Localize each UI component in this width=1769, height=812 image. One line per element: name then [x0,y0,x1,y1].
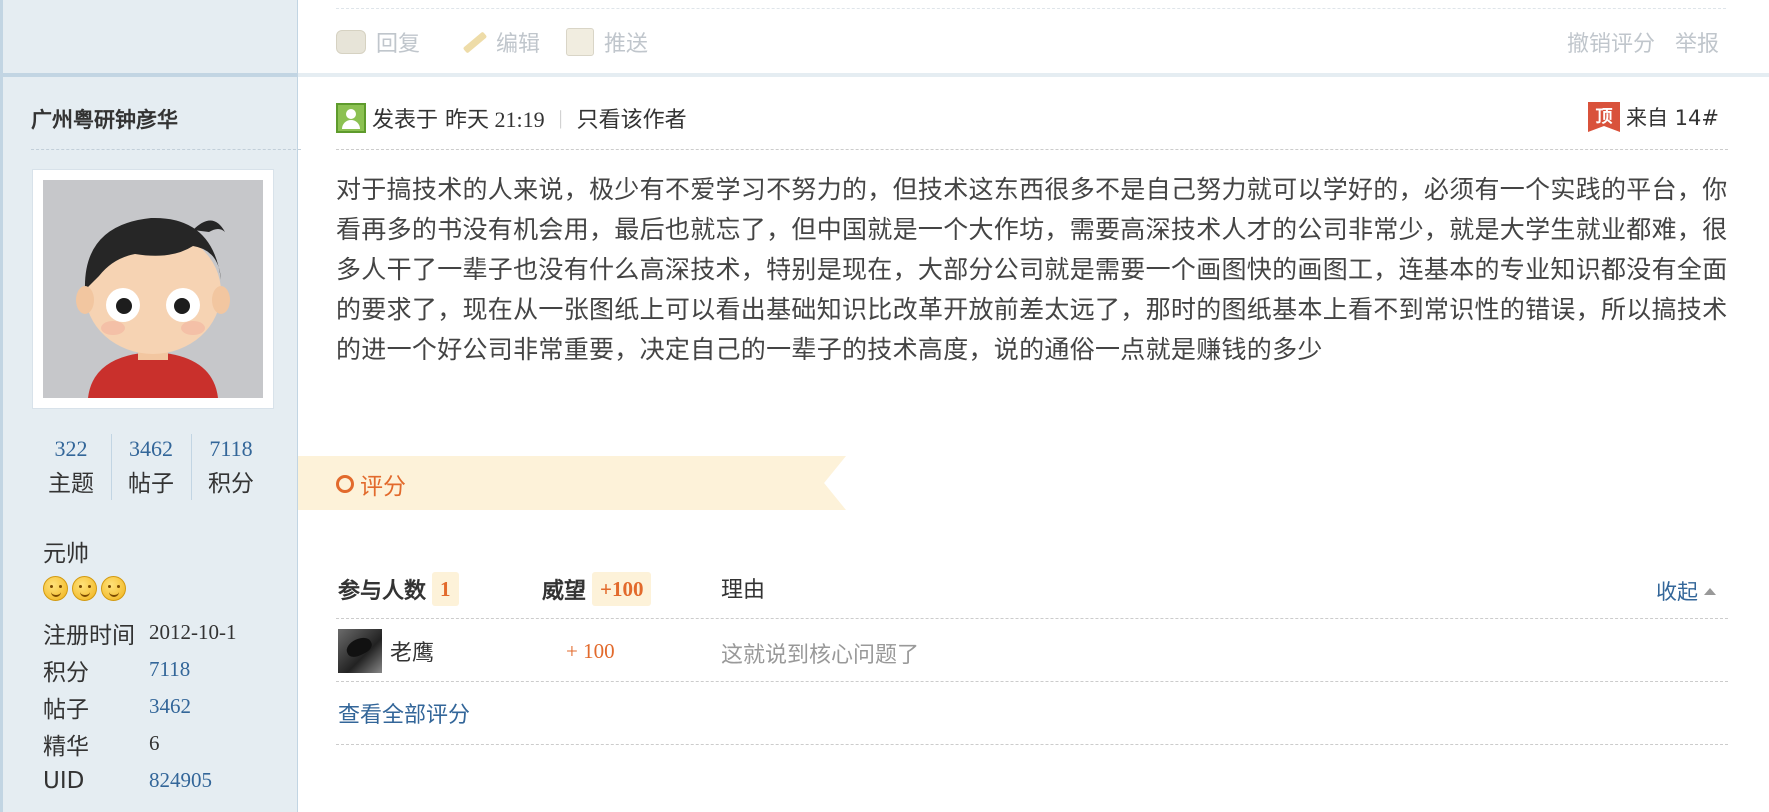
smiley-icon [72,576,97,601]
view-all-ratings-link[interactable]: 查看全部评分 [336,682,1728,744]
participants-label: 参与人数 [338,579,427,604]
push-icon [566,28,594,56]
reply-icon [336,30,366,54]
bump-icon[interactable]: 顶 [1588,102,1620,132]
prestige-total: +100 [592,572,652,606]
post-main: 回复 编辑 推送 撤销评分 举报 发表于 昨天 21:19 | 只看该作者 顶 … [298,0,1769,812]
info-row-register: 注册时间 2012-10-1 [43,614,293,651]
previous-post-actions: 回复 编辑 推送 撤销评分 举报 [298,0,1769,77]
stat-posts[interactable]: 3462 帖子 [111,432,191,504]
rating-table: 参与人数 1 威望 +100 理由 收起 老鹰 + 100 这就说到核心问题了 … [336,566,1728,745]
participants-count: 1 [432,572,459,606]
smiley-icon [43,576,68,601]
stat-value[interactable]: 3462 [111,432,191,466]
push-button[interactable]: 推送 [566,26,648,58]
right-actions: 撤销评分 举报 [1567,26,1719,58]
rater-avatar[interactable] [338,629,382,673]
rank-stars [43,576,126,601]
username-link[interactable]: 广州粤研钟彦华 [31,104,178,134]
rater-name[interactable]: 老鹰 [390,635,434,667]
info-value: 2012-10-1 [149,620,237,644]
user-rank: 元帅 [43,541,89,567]
stat-points[interactable]: 7118 积分 [191,432,271,504]
cancel-rating-link[interactable]: 撤销评分 [1567,26,1655,58]
online-user-icon [336,103,366,133]
prestige-label: 威望 [542,579,587,604]
divider [336,8,1726,9]
info-row-digest: 精华 6 [43,725,293,762]
rating-title-text: 评分 [360,474,406,500]
rater-link[interactable]: 老鹰 [338,629,434,673]
info-row-posts: 帖子 3462 [43,688,293,725]
divider [336,149,1728,150]
stat-label: 主题 [48,471,94,497]
push-label: 推送 [604,32,649,57]
posted-prefix: 发表于 [372,108,439,133]
avatar-image [43,180,263,398]
edit-label: 编辑 [496,32,541,57]
info-key: 积分 [43,659,89,686]
info-row-points: 积分 7118 [43,651,293,688]
stat-value[interactable]: 322 [31,432,111,466]
info-key: 精华 [43,733,89,760]
avatar[interactable] [33,170,273,408]
points-link[interactable]: 7118 [149,657,190,682]
circle-icon [336,475,354,493]
forum-post: 广州粤研钟彦华 322 主题 3462 帖子 7118 积分 元帅 注册时间 2… [0,0,1769,812]
separator: | [558,106,563,129]
post-header: 发表于 昨天 21:19 | 只看该作者 [336,102,687,134]
info-key: 帖子 [43,696,89,723]
stat-value[interactable]: 7118 [191,432,271,466]
prestige-header: 威望 +100 [542,572,652,606]
divider [336,744,1728,745]
smiley-icon [101,576,126,601]
stat-label: 积分 [208,471,254,497]
rating-header: 参与人数 1 威望 +100 理由 收起 [336,566,1728,618]
info-row-uid: UID 824905 [43,762,293,799]
user-info: 注册时间 2012-10-1 积分 7118 帖子 3462 精华 6 UID … [43,614,293,799]
uid-link[interactable]: 824905 [149,768,212,793]
sidebar-top-band [3,0,297,77]
edit-button[interactable]: 编辑 [460,26,540,58]
reply-button[interactable]: 回复 [336,26,420,58]
info-value: 6 [149,731,160,755]
post-floor: 顶 来自 14# [1588,102,1719,132]
pencil-icon [460,31,486,53]
reason-header: 理由 [721,578,766,603]
user-stats: 322 主题 3462 帖子 7118 积分 [31,432,271,504]
info-key: UID [43,767,85,794]
user-sidebar: 广州粤研钟彦华 322 主题 3462 帖子 7118 积分 元帅 注册时间 2… [0,0,301,812]
rating-reason: 这就说到核心问题了 [721,643,920,668]
caret-up-icon [1704,587,1716,595]
divider [31,149,301,150]
rating-title: 评分 [336,467,406,501]
collapse-label: 收起 [1656,580,1698,604]
reply-label: 回复 [376,32,421,57]
only-author-link[interactable]: 只看该作者 [577,102,687,134]
report-link[interactable]: 举报 [1675,26,1719,58]
posts-link[interactable]: 3462 [149,694,191,719]
collapse-button[interactable]: 收起 [1656,576,1716,606]
from-floor-link[interactable]: 来自 14# [1626,102,1719,132]
post-time: 发表于 昨天 21:19 [372,102,545,134]
stat-threads[interactable]: 322 主题 [31,432,111,504]
posted-time: 昨天 21:19 [445,107,545,132]
rating-score: + 100 [566,639,615,663]
rating-row: 老鹰 + 100 这就说到核心问题了 [336,619,1728,681]
cartoon-boy-icon [43,180,263,398]
stat-label: 帖子 [128,471,174,497]
info-key: 注册时间 [43,622,135,649]
participants-header: 参与人数 1 [338,572,459,606]
post-content: 对于搞技术的人来说，极少有不爱学习不努力的，但技术这东西很多不是自己努力就可以学… [336,175,1728,364]
